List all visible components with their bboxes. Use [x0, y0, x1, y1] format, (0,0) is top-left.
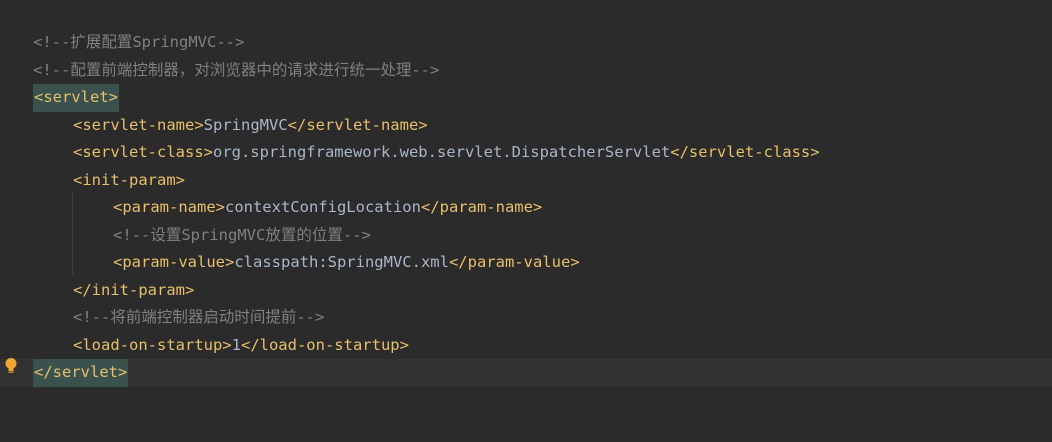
code-line-4[interactable]: <servlet-name>SpringMVC</servlet-name>: [0, 112, 1052, 140]
load-on-startup-element: <load-on-startup>1</load-on-startup>: [73, 332, 409, 360]
param-value-value: classpath:SpringMVC.xml: [234, 253, 449, 271]
comment-startup-order: <!--将前端控制器启动时间提前-->: [73, 308, 325, 326]
tag-servlet-name-open: <servlet-name>: [73, 115, 204, 134]
code-line-1[interactable]: <!--扩展配置SpringMVC-->: [0, 29, 1052, 57]
init-param-open-tag: <init-param>: [73, 170, 185, 189]
code-line-9[interactable]: <param-value>classpath:SpringMVC.xml</pa…: [0, 249, 1052, 277]
code-line-3[interactable]: <servlet>: [0, 84, 1052, 112]
tag-param-name-close: </param-name>: [420, 198, 543, 216]
comment-front-controller: <!--配置前端控制器，对浏览器中的请求进行统一处理-->: [33, 60, 440, 79]
comment-config-location: <!--设置SpringMVC放置的位置-->: [113, 225, 371, 244]
code-line-10[interactable]: </init-param>: [0, 277, 1052, 305]
code-editor[interactable]: <!--扩展配置SpringMVC--> <!--配置前端控制器，对浏览器中的请…: [0, 0, 1052, 404]
code-line-5[interactable]: <servlet-class>org.springframework.web.s…: [0, 139, 1052, 167]
servlet-name-element: <servlet-name>SpringMVC</servlet-name>: [73, 112, 428, 140]
tag-servlet-name-close: </servlet-name>: [287, 115, 428, 134]
tag-load-on-startup-open: <load-on-startup>: [73, 335, 232, 354]
tag-param-value-open: <param-value>: [113, 253, 235, 271]
code-line-7[interactable]: <param-name>contextConfigLocation</param…: [0, 194, 1052, 222]
tag-servlet-class-open: <servlet-class>: [73, 143, 213, 161]
code-line-12[interactable]: <load-on-startup>1</load-on-startup>: [0, 332, 1052, 360]
code-line-6[interactable]: <init-param>: [0, 167, 1052, 195]
tag-servlet-class-close: </servlet-class>: [670, 143, 820, 161]
param-name-element: <param-name>contextConfigLocation</param…: [113, 194, 542, 222]
param-value-element: <param-value>classpath:SpringMVC.xml</pa…: [113, 249, 580, 277]
code-line-11[interactable]: <!--将前端控制器启动时间提前-->: [0, 304, 1052, 332]
param-name-value: contextConfigLocation: [224, 198, 421, 216]
code-line-8[interactable]: <!--设置SpringMVC放置的位置-->: [0, 222, 1052, 250]
code-line-13[interactable]: </servlet>: [0, 359, 1052, 387]
code-line-2[interactable]: <!--配置前端控制器，对浏览器中的请求进行统一处理-->: [0, 57, 1052, 85]
servlet-open-tag: <servlet>: [33, 84, 119, 112]
servlet-class-value: org.springframework.web.servlet.Dispatch…: [212, 143, 671, 161]
servlet-class-element: <servlet-class>org.springframework.web.s…: [73, 139, 820, 167]
init-param-close-tag: </init-param>: [73, 280, 195, 299]
tag-param-name-open: <param-name>: [113, 198, 225, 216]
servlet-close-tag: </servlet>: [33, 359, 129, 387]
tag-param-value-close: </param-value>: [448, 253, 580, 271]
comment-extend-config: <!--扩展配置SpringMVC-->: [33, 33, 245, 51]
lightbulb-icon[interactable]: [4, 357, 18, 375]
tag-load-on-startup-close: </load-on-startup>: [240, 335, 409, 354]
servlet-name-value: SpringMVC: [203, 115, 288, 134]
load-on-startup-value: 1: [231, 335, 241, 354]
